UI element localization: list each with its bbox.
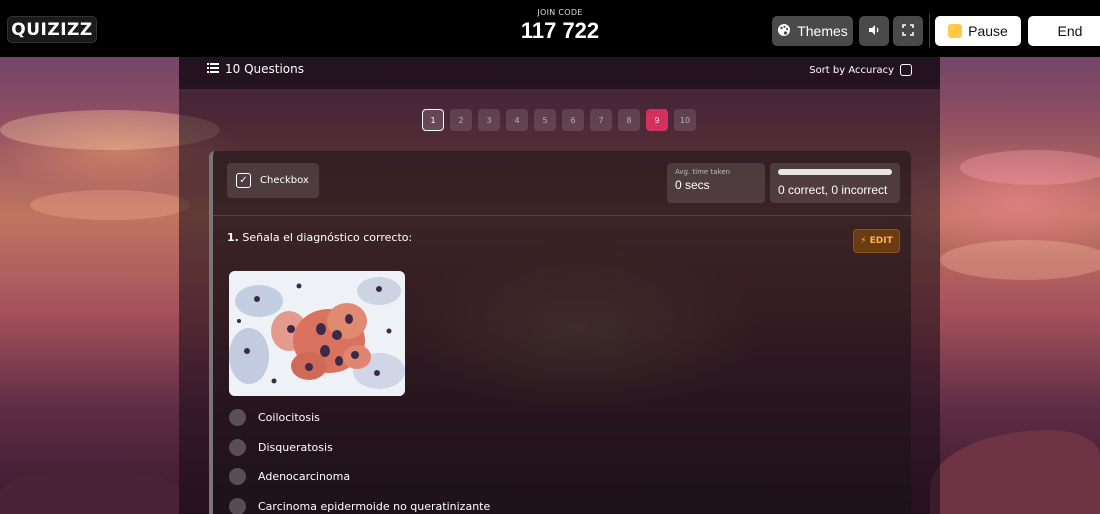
checkbox-icon: ✓ [236, 173, 251, 188]
lightning-icon: ⚡ [860, 236, 867, 246]
fullscreen-button[interactable] [893, 16, 923, 46]
question-image [229, 271, 405, 396]
option-marker [229, 468, 246, 486]
question-number: 1. [227, 231, 239, 244]
page-button-4[interactable]: 4 [506, 109, 528, 131]
page-button-5[interactable]: 5 [534, 109, 556, 131]
join-code-label: JOIN CODE [537, 8, 583, 17]
page-button-6[interactable]: 6 [562, 109, 584, 131]
sound-button[interactable] [859, 16, 889, 46]
option-label: Carcinoma epidermoide no queratinizante [258, 499, 491, 513]
top-bar: QUIZIZZ JOIN CODE 117 722 Themes ⚡ Pause… [0, 0, 1100, 57]
question-text: 1. Señala el diagnóstico correcto: [227, 231, 412, 244]
page-button-7[interactable]: 7 [590, 109, 612, 131]
end-button[interactable]: End [1028, 16, 1100, 46]
sort-by-accuracy[interactable]: Sort by Accuracy [809, 64, 912, 76]
question-type-label: Checkbox [260, 175, 309, 186]
page-button-9[interactable]: 9 [646, 109, 668, 131]
option-label: Disqueratosis [258, 440, 333, 454]
page-button-10[interactable]: 10 [674, 109, 696, 131]
pause-button[interactable]: ⚡ Pause [935, 16, 1021, 46]
fullscreen-icon [902, 23, 914, 39]
accuracy-text: 0 correct, 0 incorrect [778, 183, 888, 197]
card-divider [213, 215, 911, 216]
avg-time-stat: Avg. time taken 0 secs [667, 163, 765, 203]
answer-option: Carcinoma epidermoide no queratinizante [229, 492, 490, 514]
page-button-2[interactable]: 2 [450, 109, 472, 131]
toolbar-divider [929, 14, 930, 48]
option-label: Adenocarcinoma [258, 470, 351, 484]
page-button-8[interactable]: 8 [618, 109, 640, 131]
questions-header: 10 Questions Sort by Accuracy [179, 57, 940, 89]
avg-time-label: Avg. time taken [675, 168, 731, 176]
themes-button[interactable]: Themes [772, 16, 853, 46]
answer-option: Coilocitosis [229, 403, 490, 433]
option-label: Coilocitosis [258, 411, 320, 425]
page-button-3[interactable]: 3 [478, 109, 500, 131]
accuracy-bar [778, 169, 892, 175]
question-count-label: 10 Questions [225, 62, 305, 76]
join-code-value: 117 722 [520, 18, 600, 43]
accuracy-stat: 0 correct, 0 incorrect [770, 163, 900, 203]
question-type: ✓ Checkbox [227, 163, 319, 198]
option-marker [229, 438, 246, 456]
avg-time-value: 0 secs [675, 178, 710, 192]
option-marker [229, 409, 246, 427]
sort-label: Sort by Accuracy [809, 64, 894, 76]
question-prompt: Señala el diagnóstico correcto: [242, 231, 413, 244]
sort-checkbox[interactable] [900, 64, 912, 76]
option-marker [229, 497, 246, 514]
palette-icon [777, 23, 791, 40]
answer-options: Coilocitosis Disqueratosis Adenocarcinom… [229, 403, 490, 514]
answer-option: Disqueratosis [229, 433, 490, 463]
edit-label: EDIT [869, 236, 893, 246]
question-card: ✓ Checkbox Avg. time taken 0 secs 0 corr… [209, 151, 911, 514]
join-code: JOIN CODE 117 722 [500, 8, 620, 44]
answer-option: Adenocarcinoma [229, 462, 490, 492]
list-icon [207, 62, 219, 76]
quizizz-logo[interactable]: QUIZIZZ [7, 16, 97, 43]
question-pagination: 1 2 3 4 5 6 7 8 9 10 [422, 109, 696, 131]
pause-label: Pause [968, 23, 1008, 39]
edit-button[interactable]: ⚡ EDIT [853, 229, 900, 253]
speaker-icon [868, 24, 881, 39]
questions-panel: 10 Questions Sort by Accuracy 1 2 3 4 5 … [179, 57, 940, 514]
lightning-icon: ⚡ [948, 24, 963, 38]
themes-label: Themes [797, 23, 848, 39]
question-count: 10 Questions [207, 62, 304, 76]
page-button-1[interactable]: 1 [422, 109, 444, 131]
